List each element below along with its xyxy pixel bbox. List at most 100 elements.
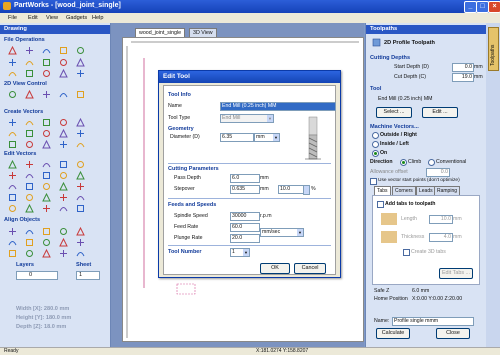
fit-curve-icon[interactable] — [42, 193, 51, 202]
rectangle-icon[interactable] — [42, 118, 51, 127]
mirror-icon[interactable] — [8, 171, 17, 180]
star-icon[interactable] — [76, 118, 85, 127]
calculate-button[interactable]: Calculate — [376, 328, 410, 339]
align-page-icon[interactable] — [25, 249, 34, 258]
align-top-icon[interactable] — [59, 227, 68, 236]
array-icon[interactable] — [42, 140, 51, 149]
tab-wood-joint-single[interactable]: wood_joint_single — [135, 28, 186, 37]
undo-icon[interactable] — [8, 69, 17, 78]
conventional-radio[interactable] — [428, 159, 435, 166]
cut-icon[interactable] — [42, 58, 51, 67]
thickness-input[interactable]: 4.0 — [429, 233, 453, 242]
align-bottom-icon[interactable] — [8, 238, 17, 247]
rotate-icon[interactable] — [76, 160, 85, 169]
weld-icon[interactable] — [59, 171, 68, 180]
join-icon[interactable] — [59, 182, 68, 191]
wrap-icon[interactable] — [76, 204, 85, 213]
on-radio[interactable] — [372, 150, 379, 157]
inside-radio[interactable] — [372, 141, 379, 148]
distort-icon[interactable] — [59, 193, 68, 202]
trim-icon[interactable] — [25, 182, 34, 191]
intersect-icon[interactable] — [8, 182, 17, 191]
pass-depth-input[interactable]: 6.0 — [230, 174, 260, 183]
fillet-icon[interactable] — [8, 140, 17, 149]
grid-icon[interactable] — [59, 140, 68, 149]
zoom-in-icon[interactable] — [8, 90, 17, 99]
diameter-input[interactable]: 6.35 — [220, 133, 254, 142]
outside-radio[interactable] — [372, 132, 379, 139]
new-file-icon[interactable] — [8, 46, 17, 55]
curve-icon[interactable] — [42, 129, 51, 138]
allowance-input[interactable]: 0.0 — [426, 168, 450, 177]
view-icon[interactable] — [76, 90, 85, 99]
cut-depth-input[interactable]: 19.0 — [452, 73, 474, 82]
open-file-icon[interactable] — [25, 46, 34, 55]
snap-icon[interactable] — [76, 249, 85, 258]
properties-icon[interactable] — [76, 69, 85, 78]
offset-icon[interactable] — [25, 140, 34, 149]
menu-gadgets[interactable]: Gadgets — [66, 15, 87, 21]
feed-rate-input[interactable]: 60.0 — [230, 223, 260, 232]
tool-name-input[interactable]: End Mill (0.25 inch) MM — [220, 102, 336, 111]
break-icon[interactable] — [8, 193, 17, 202]
tool-type-select[interactable]: End Mill ▼ — [220, 114, 274, 123]
diameter-units-select[interactable]: mm ▼ — [254, 133, 280, 142]
ungroup-icon[interactable] — [42, 171, 51, 180]
align-right-icon[interactable] — [42, 227, 51, 236]
lock-icon[interactable] — [42, 204, 51, 213]
text-icon[interactable] — [8, 58, 17, 67]
zoom-out-icon[interactable] — [25, 90, 34, 99]
stepover-percent-input[interactable]: 10.0 — [278, 185, 304, 194]
distribute-icon[interactable] — [42, 249, 51, 258]
select-icon[interactable] — [8, 160, 17, 169]
zoom-all-icon[interactable] — [42, 90, 51, 99]
stepover-spinner[interactable] — [303, 185, 310, 195]
close-window-button[interactable]: × — [488, 1, 500, 13]
toolpaths-side-tab[interactable]: Toolpaths — [488, 27, 499, 71]
polygon-icon[interactable] — [59, 118, 68, 127]
toolpath-name-input[interactable]: Profile single mmm — [392, 317, 474, 326]
length-input[interactable]: 10.0 — [429, 215, 453, 224]
align-center-icon[interactable] — [25, 227, 34, 236]
export-icon[interactable] — [76, 46, 85, 55]
extend-icon[interactable] — [42, 182, 51, 191]
menu-edit[interactable]: Edit — [28, 15, 38, 21]
line-icon[interactable] — [8, 129, 17, 138]
arc-icon[interactable] — [25, 129, 34, 138]
scale-icon[interactable] — [59, 160, 68, 169]
edit-tool-button[interactable]: Edit ... — [422, 107, 458, 118]
add-tabs-checkbox[interactable] — [377, 201, 384, 208]
close-vector-icon[interactable] — [76, 182, 85, 191]
tool-number-select[interactable]: 1 ▼ — [230, 248, 250, 257]
text-tool-icon[interactable] — [59, 129, 68, 138]
unlock-icon[interactable] — [59, 204, 68, 213]
menu-file[interactable]: File — [8, 15, 17, 21]
center-page-icon[interactable] — [25, 238, 34, 247]
group-icon[interactable] — [25, 171, 34, 180]
paste-icon[interactable] — [76, 58, 85, 67]
close-button[interactable]: Close — [436, 328, 470, 339]
create-3d-tabs-checkbox[interactable] — [403, 249, 410, 256]
space-v-icon[interactable] — [59, 238, 68, 247]
start-points-checkbox[interactable] — [370, 178, 377, 185]
plunge-rate-input[interactable]: 20.0 — [230, 234, 260, 243]
menu-help[interactable]: Help — [92, 15, 104, 21]
bend-icon[interactable] — [76, 193, 85, 202]
delete-icon[interactable] — [42, 69, 51, 78]
spindle-speed-input[interactable]: 30000 — [230, 212, 260, 221]
order-icon[interactable] — [59, 249, 68, 258]
nest-icon[interactable] — [8, 204, 17, 213]
smooth-icon[interactable] — [25, 193, 34, 202]
copy-icon[interactable] — [59, 58, 68, 67]
cancel-button[interactable]: Cancel — [294, 263, 326, 274]
duplicate-icon[interactable] — [25, 204, 34, 213]
dimension-icon[interactable] — [76, 129, 85, 138]
import-icon[interactable] — [59, 46, 68, 55]
layer-select[interactable]: 0 — [16, 271, 58, 280]
move-icon[interactable] — [42, 160, 51, 169]
subtract-icon[interactable] — [76, 171, 85, 180]
climb-radio[interactable] — [400, 159, 407, 166]
align-middle-icon[interactable] — [76, 227, 85, 236]
circle-icon[interactable] — [8, 118, 17, 127]
stepover-input[interactable]: 0.635 — [230, 185, 260, 194]
